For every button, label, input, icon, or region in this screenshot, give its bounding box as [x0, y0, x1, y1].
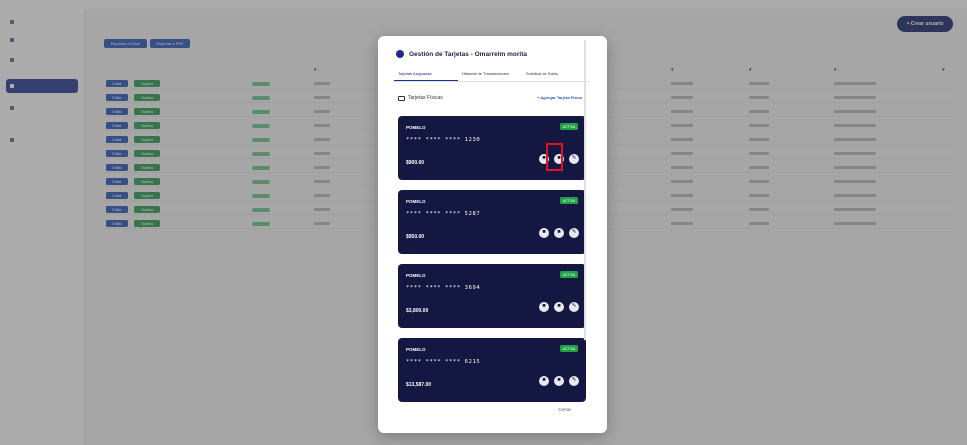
view-icon[interactable]: ■	[539, 228, 549, 238]
edit-icon[interactable]: ✎	[569, 376, 579, 386]
card-number: **** **** **** 1230	[406, 137, 481, 143]
card-brand: POMELO	[406, 199, 426, 204]
modal-scrollbar[interactable]	[584, 40, 586, 340]
modal-header: Gestión de Tarjetas - Omarrelm morita	[396, 50, 527, 58]
card-brand: POMELO	[406, 125, 426, 130]
edit-icon[interactable]: ✎	[569, 154, 579, 164]
block-icon[interactable]: ■	[554, 228, 564, 238]
view-icon[interactable]: ■	[539, 376, 549, 386]
block-icon[interactable]: ■	[554, 154, 564, 164]
card-status-badge: ACTIVA	[560, 345, 578, 352]
edit-icon[interactable]: ✎	[569, 302, 579, 312]
card-brand: POMELO	[406, 273, 426, 278]
card-management-icon	[396, 50, 404, 58]
card-item: POMELO ACTIVA **** **** **** 1230 $900.0…	[398, 116, 586, 180]
card-number: **** **** **** 6215	[406, 359, 481, 365]
card-number: **** **** **** 3694	[406, 285, 481, 291]
card-status-badge: ACTIVA	[560, 271, 578, 278]
card-status-badge: ACTIVA	[560, 197, 578, 204]
card-balance: $900.00	[406, 160, 425, 166]
block-icon[interactable]: ■	[554, 302, 564, 312]
card-status-badge: ACTIVA	[560, 123, 578, 130]
card-item: POMELO ACTIVA **** **** **** 5287 $950.0…	[398, 190, 586, 254]
credit-card-icon	[398, 96, 405, 101]
cards-list[interactable]: POMELO ACTIVA **** **** **** 1230 $900.0…	[396, 116, 588, 421]
card-balance: $950.00	[406, 234, 425, 240]
tab-transaction-history[interactable]: Historial de Transacciones	[458, 68, 522, 81]
modal-title: Gestión de Tarjetas - Omarrelm morita	[409, 50, 527, 58]
cards-modal: Gestión de Tarjetas - Omarrelm morita Ta…	[378, 36, 607, 433]
card-actions: ■ ■ ✎	[539, 154, 579, 164]
physical-cards-section: Tarjetas Físicas + Agregar Tarjeta Físic…	[396, 93, 582, 105]
card-actions: ■ ■ ✎	[539, 228, 579, 238]
section-title: Tarjetas Físicas	[408, 95, 443, 101]
block-icon[interactable]: ■	[554, 376, 564, 386]
close-button[interactable]: Cerrar	[558, 407, 571, 412]
card-actions: ■ ■ ✎	[539, 376, 579, 386]
view-icon[interactable]: ■	[539, 302, 549, 312]
card-brand: POMELO	[406, 347, 426, 352]
modal-tabs: Tarjetas Asignadas Historial de Transacc…	[394, 68, 590, 82]
tab-balance-request[interactable]: Solicitud de Saldo	[522, 68, 586, 81]
card-number: **** **** **** 5287	[406, 211, 481, 217]
card-item: POMELO ACTIVA **** **** **** 6215 $13,58…	[398, 338, 586, 402]
add-physical-card-button[interactable]: + Agregar Tarjeta Física	[537, 95, 582, 100]
card-actions: ■ ■ ✎	[539, 302, 579, 312]
card-balance: $3,800.00	[406, 308, 429, 314]
card-balance: $13,587.00	[406, 382, 432, 388]
edit-icon[interactable]: ✎	[569, 228, 579, 238]
tab-assigned-cards[interactable]: Tarjetas Asignadas	[394, 68, 458, 81]
view-icon[interactable]: ■	[539, 154, 549, 164]
card-item: POMELO ACTIVA **** **** **** 3694 $3,800…	[398, 264, 586, 328]
